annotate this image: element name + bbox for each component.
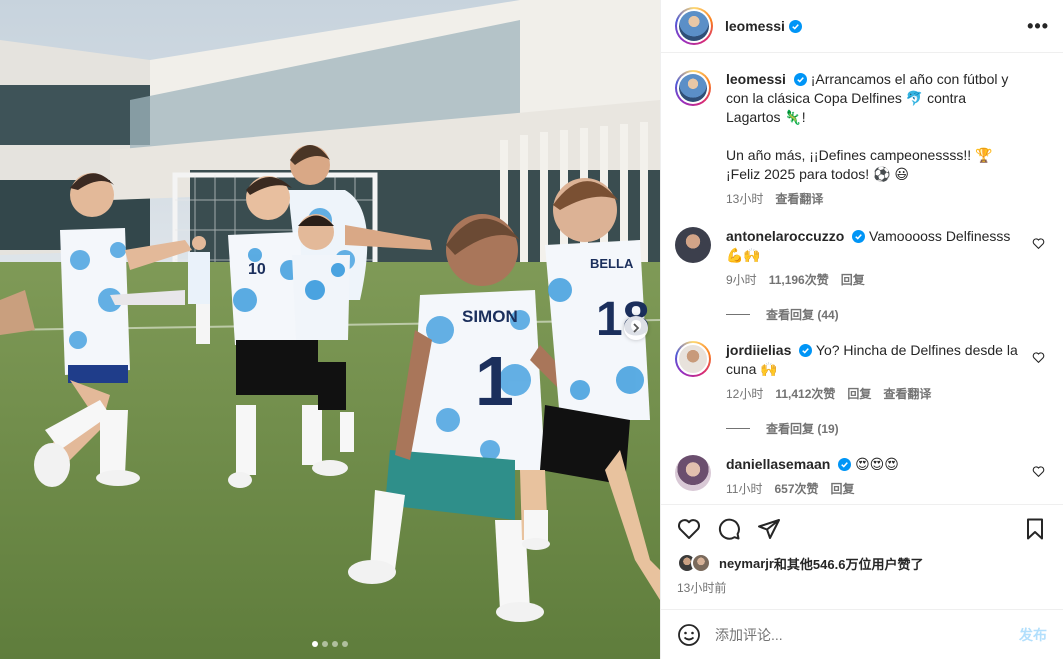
chevron-right-icon [633, 323, 640, 333]
verified-badge-icon [852, 230, 866, 243]
comment-likes[interactable]: 11,412次赞 [775, 385, 835, 404]
likes-count-text[interactable]: 和其他546.6万位用户赞了 [774, 554, 924, 573]
post-side-panel: leomessi ••• leomessi ¡Arrancamos el año… [660, 0, 1063, 659]
see-translation-link[interactable]: 查看翻译 [775, 190, 823, 209]
carousel-next-button[interactable] [624, 316, 648, 340]
caption-time: 13小时 [726, 192, 764, 206]
carousel-dot [332, 641, 338, 647]
emoji-icon[interactable] [677, 623, 701, 647]
post-actions: neymarjr 和其他546.6万位用户赞了 13小时前 [661, 504, 1063, 596]
carousel-dot [312, 641, 318, 647]
commenter-username[interactable]: antonelaroccuzzo [726, 228, 844, 244]
caption: leomessi ¡Arrancamos el año con fútbol y… [675, 70, 1047, 209]
svg-text:10: 10 [248, 261, 266, 278]
comment-time: 12小时 [726, 387, 764, 401]
reply-button[interactable]: 回复 [841, 271, 865, 290]
comment-item: daniellasemaan 😍😍😍 11小时 657次赞 回复 [675, 455, 1047, 499]
view-replies-label: 查看回复 (44) [766, 308, 839, 322]
svg-text:1: 1 [475, 342, 514, 420]
more-options-icon[interactable]: ••• [1027, 16, 1049, 37]
post-time: 13小时前 [677, 581, 727, 595]
verified-badge-icon [788, 19, 802, 33]
comment-like-heart-icon[interactable] [1032, 465, 1045, 478]
svg-text:SIMON: SIMON [462, 307, 518, 326]
commenter-avatar[interactable] [675, 455, 711, 491]
view-replies-label: 查看回复 (19) [766, 422, 839, 436]
comment-text: 😍😍😍 [855, 456, 899, 472]
carousel-dot [342, 641, 348, 647]
commenter-username[interactable]: daniellasemaan [726, 456, 830, 472]
author-avatar[interactable] [675, 7, 713, 45]
post-photo[interactable]: 10 SIMON 1 BELLA 18 [0, 0, 660, 659]
comment-likes[interactable]: 11,196次赞 [769, 271, 829, 290]
comment-item: antonelaroccuzzo Vamooooss Delfinesss💪🙌 … [675, 227, 1047, 290]
photo-illustration: 10 SIMON 1 BELLA 18 [0, 0, 660, 659]
commenter-avatar[interactable] [675, 227, 711, 263]
view-replies-button[interactable]: 查看回复 (19) [726, 420, 1047, 437]
likers-avatars [677, 553, 715, 573]
comment-time: 11小时 [726, 482, 763, 496]
liker-username[interactable]: neymarjr [719, 556, 774, 571]
reply-button[interactable]: 回复 [847, 385, 871, 404]
comment-time: 9小时 [726, 273, 757, 287]
comment-bubble-icon[interactable] [717, 517, 741, 541]
add-comment-bar: 发布 [661, 609, 1063, 659]
caption-text-2: Un año más, ¡¡Defines campeonessss!! 🏆 ¡… [726, 147, 993, 182]
post-header: leomessi ••• [661, 0, 1063, 53]
caption-username[interactable]: leomessi [726, 71, 786, 87]
view-replies-button[interactable]: 查看回复 (44) [726, 306, 1047, 323]
share-send-icon[interactable] [757, 517, 781, 541]
like-heart-icon[interactable] [677, 517, 701, 541]
comment-like-heart-icon[interactable] [1032, 237, 1045, 250]
commenter-username[interactable]: jordiielias [726, 342, 791, 358]
comments-list: leomessi ¡Arrancamos el año con fútbol y… [661, 54, 1063, 504]
commenter-avatar[interactable] [675, 341, 711, 377]
carousel-dot [322, 641, 328, 647]
comment-likes[interactable]: 657次赞 [774, 480, 818, 499]
see-translation-link[interactable]: 查看翻译 [883, 385, 931, 404]
svg-text:BELLA: BELLA [590, 256, 634, 271]
comment-like-heart-icon[interactable] [1032, 351, 1045, 364]
verified-badge-icon [838, 458, 852, 471]
caption-avatar[interactable] [675, 70, 711, 106]
post-comment-button[interactable]: 发布 [1019, 625, 1047, 645]
instagram-post: 10 SIMON 1 BELLA 18 leomessi ••• leomess… [0, 0, 1063, 659]
verified-badge-icon [793, 73, 807, 86]
comment-item: jordiielias Yo? Hincha de Delfines desde… [675, 341, 1047, 404]
bookmark-save-icon[interactable] [1023, 517, 1047, 541]
likes-summary[interactable]: neymarjr 和其他546.6万位用户赞了 [677, 553, 1047, 573]
author-username[interactable]: leomessi [725, 18, 785, 34]
reply-button[interactable]: 回复 [831, 480, 855, 499]
carousel-indicator [0, 641, 660, 647]
comment-input[interactable] [715, 626, 1019, 643]
verified-badge-icon [799, 344, 813, 357]
